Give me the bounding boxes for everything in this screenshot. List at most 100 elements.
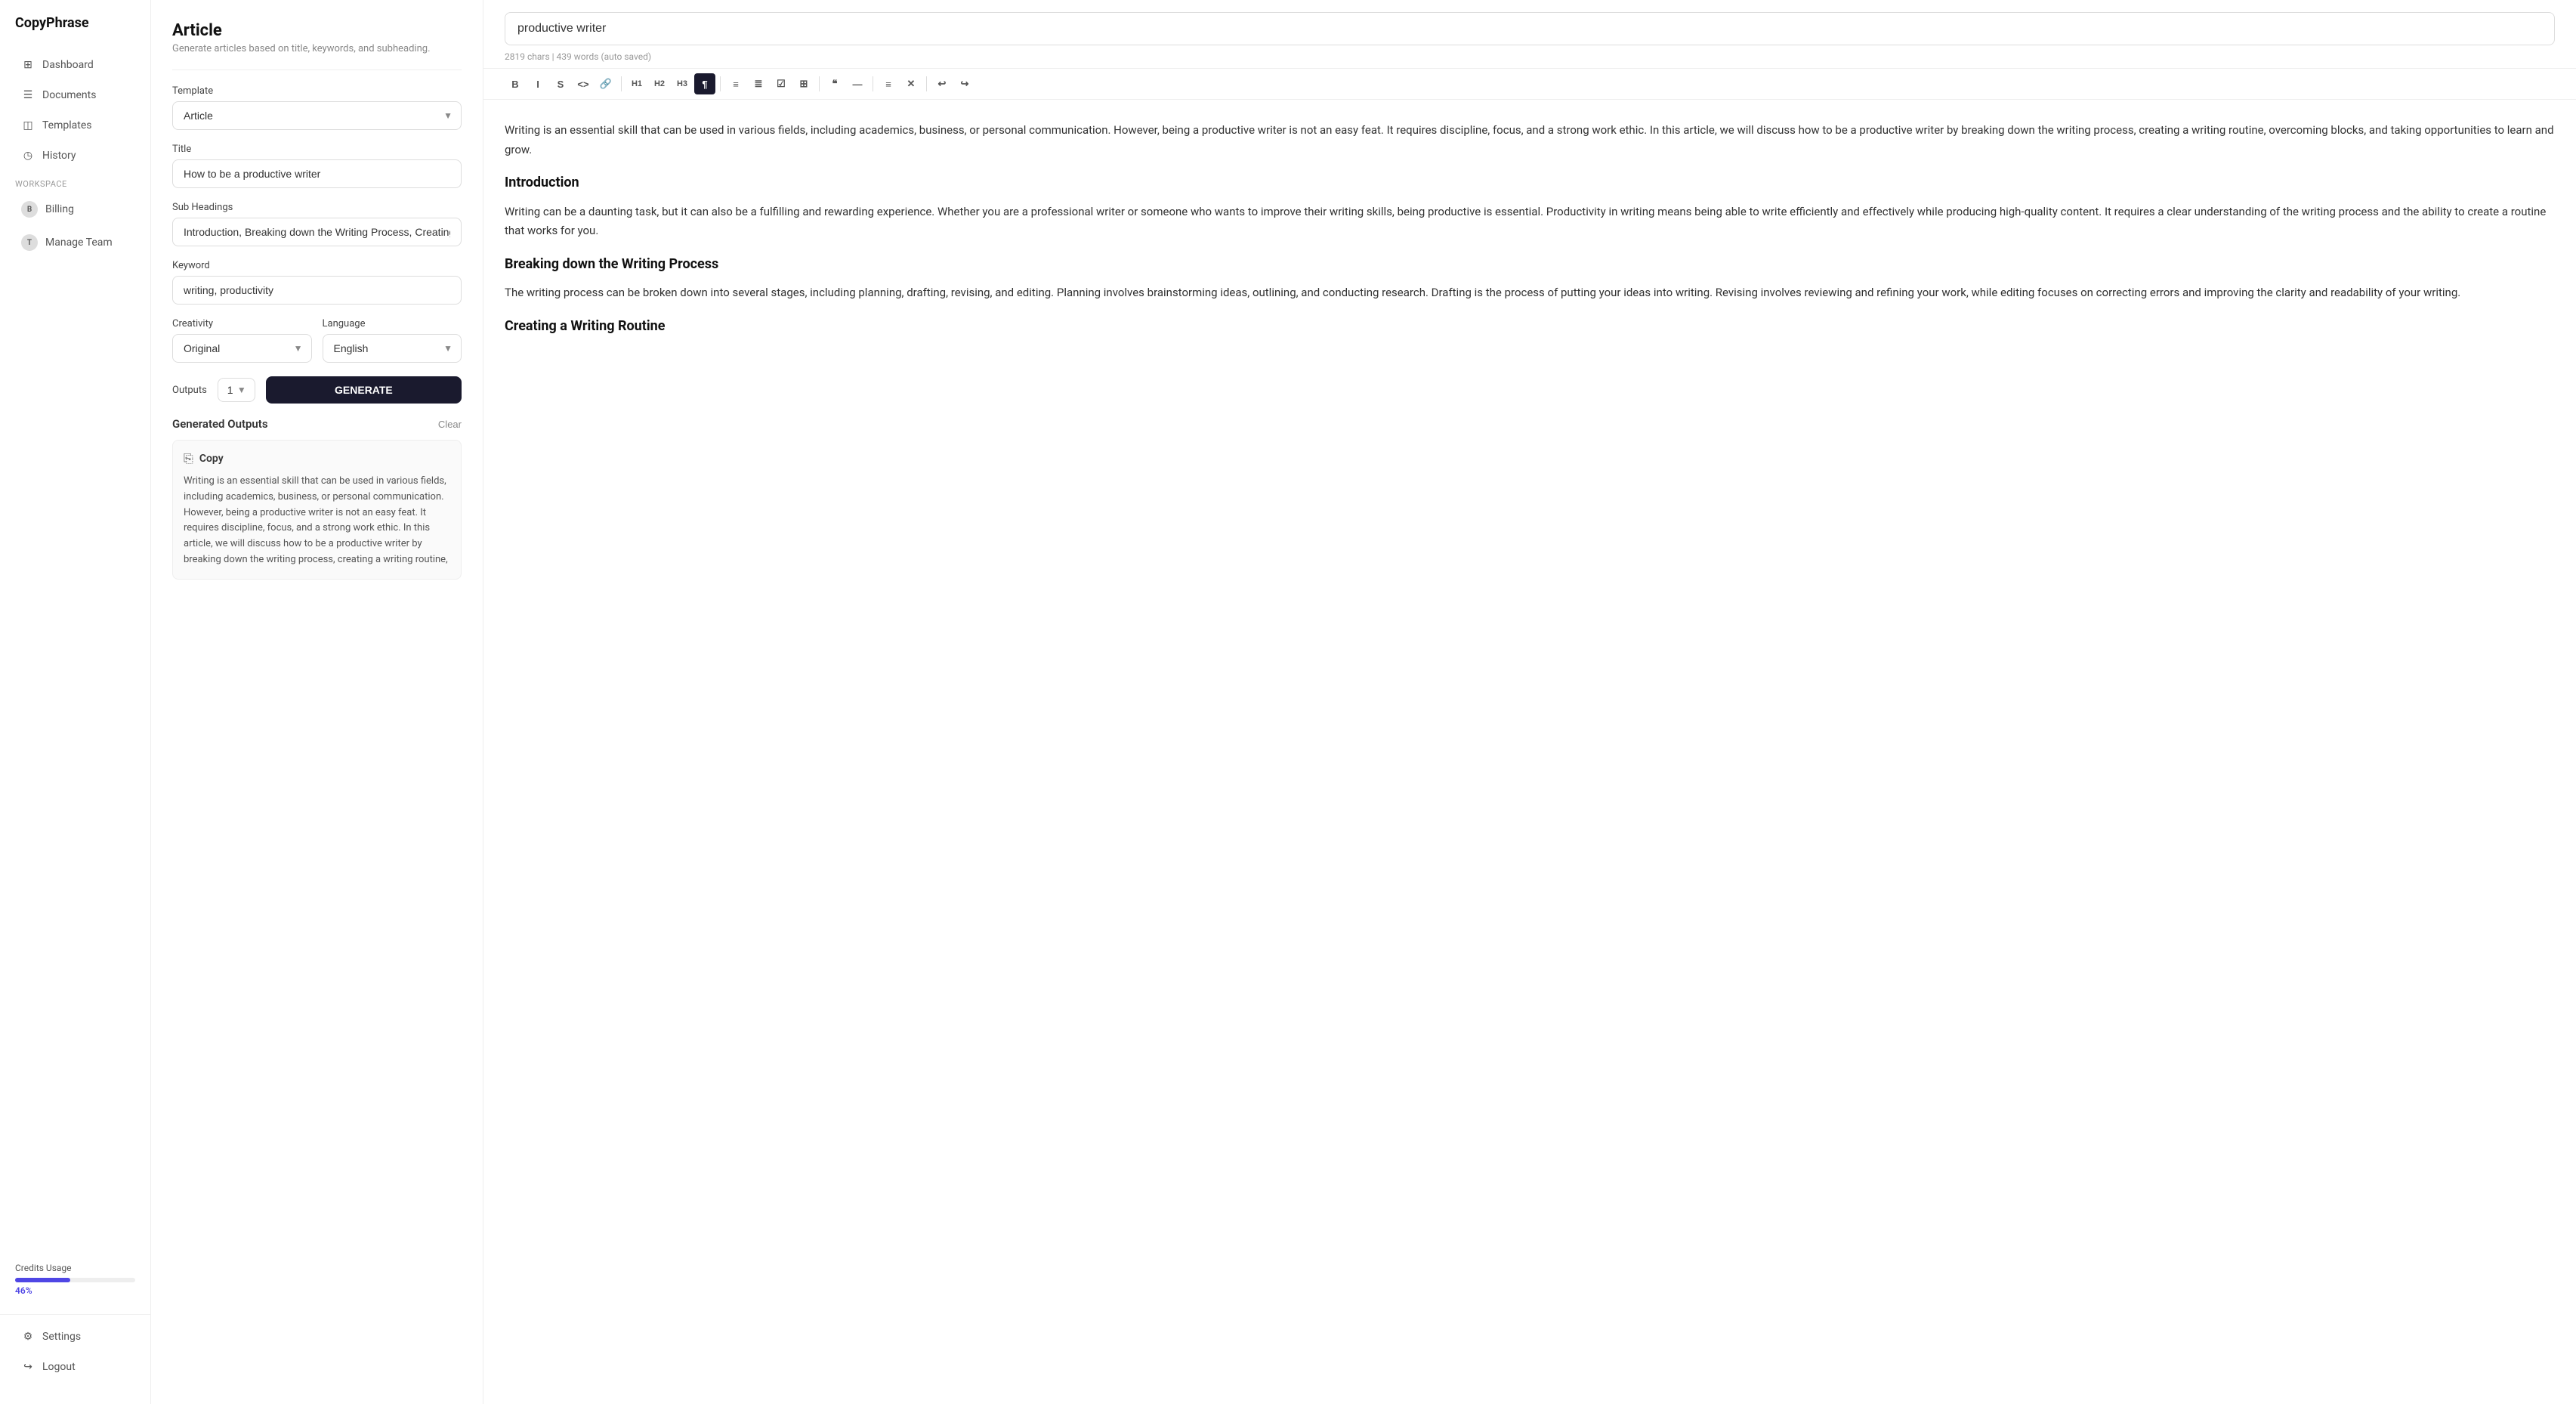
creativity-language-row: Creativity Original Creative Formal ▼ La… (172, 318, 462, 376)
clear-format-button[interactable]: ✕ (900, 73, 922, 94)
editor-toolbar: B I S <> 🔗 H1 H2 H3 ¶ ≡ ≣ ☑ ⊞ ❝ — ≡ ✕ ↩ … (483, 69, 2576, 100)
copy-label: Copy (199, 453, 224, 465)
italic-button[interactable]: I (527, 73, 548, 94)
outputs-label: Outputs (172, 385, 207, 396)
article-form-panel: Article Generate articles based on title… (151, 0, 483, 1404)
hr-button[interactable]: — (847, 73, 868, 94)
link-button[interactable]: 🔗 (595, 73, 616, 94)
ordered-list-button[interactable]: ≣ (748, 73, 769, 94)
editor-section-text-1: Writing can be a daunting task, but it c… (505, 203, 2555, 241)
sidebar-item-settings[interactable]: ⚙ Settings (6, 1322, 144, 1351)
sidebar-item-billing[interactable]: B Billing (6, 193, 144, 225)
template-label: Template (172, 85, 462, 97)
outputs-select-wrapper: 1 2 3 ▼ (218, 378, 255, 402)
sidebar-billing-label: Billing (45, 203, 74, 215)
panel-subtitle: Generate articles based on title, keywor… (172, 43, 462, 54)
app-logo: CopyPhrase (0, 15, 150, 49)
generated-outputs-title: Generated Outputs (172, 417, 268, 431)
editor-panel: 2819 chars | 439 words (auto saved) B I … (483, 0, 2576, 1404)
language-label: Language (323, 318, 462, 329)
sidebar-nav: ⊞ Dashboard ☰ Documents ◫ Templates ◷ Hi… (0, 49, 150, 1251)
editor-meta: 2819 chars | 439 words (auto saved) (483, 45, 2576, 69)
history-icon: ◷ (21, 149, 35, 162)
strikethrough-button[interactable]: S (550, 73, 571, 94)
sub-headings-label: Sub Headings (172, 202, 462, 213)
toolbar-sep-2 (720, 76, 721, 91)
sub-headings-group: Sub Headings (172, 202, 462, 246)
h1-button[interactable]: H1 (626, 73, 647, 94)
clear-button[interactable]: Clear (438, 419, 462, 430)
credits-section: Credits Usage 46% (0, 1251, 150, 1308)
title-input[interactable] (172, 159, 462, 188)
align-button[interactable]: ≡ (878, 73, 899, 94)
bullet-list-button[interactable]: ≡ (725, 73, 746, 94)
editor-content[interactable]: Writing is an essential skill that can b… (483, 100, 2576, 1404)
undo-button[interactable]: ↩ (931, 73, 953, 94)
credits-label: Credits Usage (15, 1263, 135, 1273)
keyword-group: Keyword (172, 260, 462, 305)
sidebar-item-manage-team[interactable]: T Manage Team (6, 227, 144, 258)
output-card: ⎘ Copy Writing is an essential skill tha… (172, 440, 462, 580)
team-avatar: T (21, 234, 38, 251)
logout-icon: ↪ (21, 1360, 35, 1374)
generated-outputs-header: Generated Outputs Clear (172, 417, 462, 431)
toolbar-sep-5 (926, 76, 927, 91)
credits-bar-fill (15, 1278, 70, 1282)
creativity-label: Creativity (172, 318, 312, 329)
editor-top (483, 0, 2576, 45)
panel-title: Article (172, 21, 462, 40)
creativity-select-wrapper: Original Creative Formal ▼ (172, 334, 312, 363)
h3-button[interactable]: H3 (672, 73, 693, 94)
blockquote-button[interactable]: ❝ (824, 73, 845, 94)
sub-headings-input[interactable] (172, 218, 462, 246)
main-content: Article Generate articles based on title… (151, 0, 2576, 1404)
title-group: Title (172, 144, 462, 188)
template-group: Template Article Blog Post Essay ▼ (172, 85, 462, 130)
sidebar-item-label: Dashboard (42, 59, 94, 71)
copy-icon: ⎘ (184, 451, 193, 466)
output-card-header: ⎘ Copy (184, 451, 450, 466)
document-title-input[interactable] (505, 12, 2555, 45)
bold-button[interactable]: B (505, 73, 526, 94)
logout-label: Logout (42, 1361, 76, 1373)
generate-button[interactable]: GENERATE (266, 376, 462, 404)
editor-section-heading-2: Breaking down the Writing Process (505, 253, 2555, 277)
language-select-wrapper: English Spanish French German ▼ (323, 334, 462, 363)
sidebar-item-label: History (42, 150, 76, 162)
settings-label: Settings (42, 1331, 81, 1343)
h2-button[interactable]: H2 (649, 73, 670, 94)
sidebar-manage-team-label: Manage Team (45, 237, 113, 249)
editor-section-text-2: The writing process can be broken down i… (505, 283, 2555, 303)
output-text: Writing is an essential skill that can b… (184, 474, 450, 568)
sidebar-item-label: Templates (42, 119, 92, 131)
language-select[interactable]: English Spanish French German (323, 334, 462, 363)
billing-avatar: B (21, 201, 38, 218)
outputs-select[interactable]: 1 2 3 (218, 378, 255, 402)
sidebar-bottom: ⚙ Settings ↪ Logout (0, 1314, 150, 1389)
editor-intro-paragraph: Writing is an essential skill that can b… (505, 121, 2555, 159)
sidebar-item-dashboard[interactable]: ⊞ Dashboard (6, 51, 144, 79)
template-select[interactable]: Article Blog Post Essay (172, 101, 462, 130)
keyword-label: Keyword (172, 260, 462, 271)
sidebar-item-templates[interactable]: ◫ Templates (6, 111, 144, 140)
settings-icon: ⚙ (21, 1330, 35, 1344)
paragraph-button[interactable]: ¶ (694, 73, 715, 94)
image-button[interactable]: ⊞ (793, 73, 814, 94)
title-label: Title (172, 144, 462, 155)
dashboard-icon: ⊞ (21, 58, 35, 72)
sidebar: CopyPhrase ⊞ Dashboard ☰ Documents ◫ Tem… (0, 0, 151, 1404)
sidebar-item-logout[interactable]: ↪ Logout (6, 1353, 144, 1381)
workspace-label: Workspace (0, 172, 150, 192)
keyword-input[interactable] (172, 276, 462, 305)
credits-bar-background (15, 1278, 135, 1282)
template-select-wrapper: Article Blog Post Essay ▼ (172, 101, 462, 130)
sidebar-item-history[interactable]: ◷ History (6, 141, 144, 170)
creativity-select[interactable]: Original Creative Formal (172, 334, 312, 363)
creativity-group: Creativity Original Creative Formal ▼ (172, 318, 312, 363)
documents-icon: ☰ (21, 88, 35, 102)
task-list-button[interactable]: ☑ (771, 73, 792, 94)
code-inline-button[interactable]: <> (573, 73, 594, 94)
language-group: Language English Spanish French German ▼ (323, 318, 462, 363)
sidebar-item-documents[interactable]: ☰ Documents (6, 81, 144, 110)
redo-button[interactable]: ↪ (954, 73, 975, 94)
